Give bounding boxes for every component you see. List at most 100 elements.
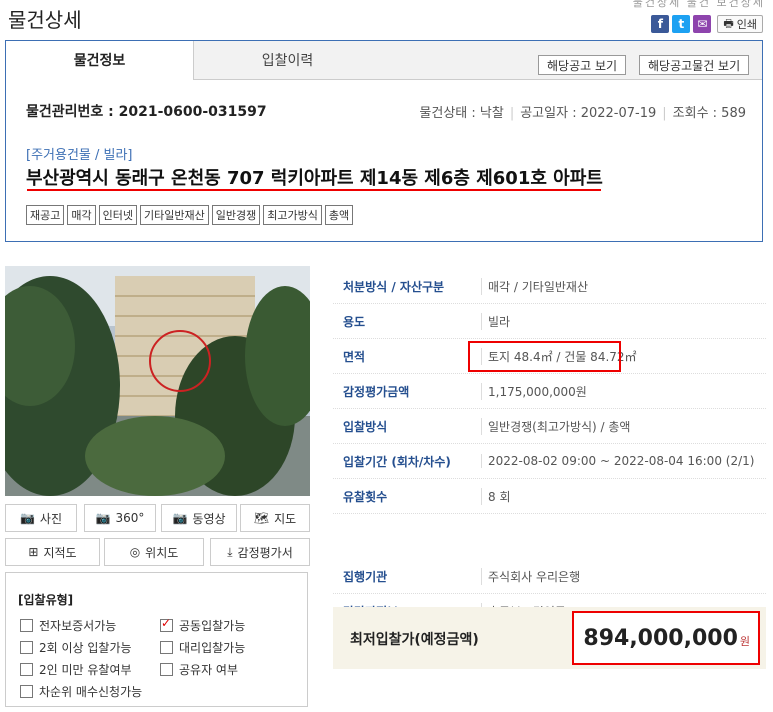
view-360-label: 360° — [115, 511, 145, 525]
detail-label: 처분방식 / 자산구분 — [343, 279, 445, 294]
min-bid-price-value: 894,000,000 — [583, 625, 738, 651]
checkbox-checked[interactable] — [160, 616, 173, 632]
bid-option[interactable]: 대리입찰가능 — [160, 639, 245, 656]
property-photo-image — [5, 266, 310, 496]
map-label: 지도 — [274, 511, 297, 526]
tag: 총액 — [324, 205, 354, 225]
detail-label: 집행기관 — [343, 569, 388, 584]
detail-value: 8 회 — [481, 487, 511, 505]
item-status: 물건상태 : 낙찰 — [419, 106, 504, 121]
property-photo[interactable] — [5, 266, 310, 496]
view-360-button[interactable]: 📷 360° — [84, 504, 156, 532]
detail-value: 매각 / 기타일반재산 — [481, 277, 588, 295]
cadastral-label: 지적도 — [43, 545, 77, 560]
grid-icon: ⊞ — [28, 545, 39, 559]
area-highlight-annotation — [468, 341, 621, 372]
tab-bid-history[interactable]: 입찰이력 — [193, 41, 381, 80]
detail-label: 입찰기간 (회차/차수) — [343, 454, 451, 469]
bid-type-box: [입찰유형] 전자보증서가능 공동입찰가능 2회 이상 입찰가능 대리입찰가능 … — [5, 572, 308, 707]
location-label: 위치도 — [145, 545, 179, 560]
bid-option[interactable]: 차순위 매수신청가능 — [20, 683, 142, 700]
bid-option-label: 공유자 여부 — [179, 663, 239, 677]
checkbox[interactable] — [20, 619, 33, 632]
map-button[interactable]: 🗺 지도 — [240, 504, 310, 532]
detail-table: 처분방식 / 자산구분 매각 / 기타일반재산 용도 빌라 면적 토지 48.4… — [333, 269, 766, 629]
bid-option-label: 차순위 매수신청가능 — [39, 685, 143, 699]
detail-row: 집행기관 주식회사 우리은행 — [333, 559, 766, 594]
min-bid-price-label: 최저입찰가(예정금액) — [350, 632, 479, 648]
bid-option-label: 공동입찰가능 — [179, 619, 246, 633]
detail-label: 감정평가금액 — [343, 384, 410, 399]
view-count: 조회수 : 589 — [672, 106, 746, 121]
price-highlight-annotation: 894,000,000 원 — [572, 611, 760, 665]
location-pin-icon: ◎ — [129, 545, 141, 559]
checkbox[interactable] — [20, 641, 33, 654]
min-bid-price-bar: 최저입찰가(예정금액) 894,000,000 원 — [333, 607, 766, 669]
checkbox[interactable] — [20, 685, 33, 698]
tag: 매각 — [67, 205, 96, 225]
cadastral-map-button[interactable]: ⊞ 지적도 — [5, 538, 100, 566]
breadcrumb: 물건상세 물건 보건상세 — [632, 0, 765, 9]
mail-icon[interactable]: ✉ — [693, 15, 712, 33]
twitter-icon[interactable]: t — [672, 15, 691, 33]
item-category: [주거용건물 / 빌라] — [26, 148, 133, 163]
item-status-line: 물건상태 : 낙찰 | 공고일자 : 2022-07-19 | 조회수 : 589 — [419, 106, 746, 121]
detail-label: 입찰방식 — [343, 419, 388, 434]
detail-row: 감정평가금액 1,175,000,000원 — [333, 374, 766, 409]
facebook-icon[interactable]: f — [651, 15, 670, 33]
detail-row: 유찰횟수 8 회 — [333, 479, 766, 514]
appraisal-report-button[interactable]: ⤓ 감정평가서 — [210, 538, 310, 566]
detail-row-spacer — [333, 514, 766, 559]
bid-type-title: [입찰유형] — [18, 593, 74, 607]
bid-option[interactable]: 공동입찰가능 — [160, 616, 246, 634]
photo-label: 사진 — [39, 511, 63, 526]
item-summary-panel: 물건정보 입찰이력 해당공고 보기 해당공고물건 보기 물건관리번호 : 202… — [5, 40, 763, 242]
tag: 인터넷 — [98, 205, 137, 225]
print-button[interactable]: 🖶 인쇄 — [717, 15, 763, 33]
checkbox[interactable] — [20, 663, 33, 676]
bid-option[interactable]: 2회 이상 입찰가능 — [20, 639, 132, 656]
bid-option-label: 대리입찰가능 — [179, 641, 246, 655]
bid-option-label: 2회 이상 입찰가능 — [39, 641, 132, 655]
detail-row: 입찰방식 일반경쟁(최고가방식) / 총액 — [333, 409, 766, 444]
detail-row: 입찰기간 (회차/차수) 2022-08-02 09:00 ~ 2022-08-… — [333, 444, 766, 479]
detail-label: 유찰횟수 — [343, 489, 388, 504]
checkbox[interactable] — [160, 663, 173, 676]
bid-option-label: 전자보증서가능 — [39, 619, 117, 633]
appraisal-label: 감정평가서 — [237, 545, 293, 560]
camera-icon: 📷 — [172, 511, 188, 525]
share-bar: f t ✉ 🖶 인쇄 — [651, 15, 763, 33]
camera-icon: 📷 — [19, 511, 35, 525]
bid-option[interactable]: 전자보증서가능 — [20, 617, 116, 634]
detail-value: 2022-08-02 09:00 ~ 2022-08-04 16:00 (2/1… — [481, 454, 754, 468]
map-icon: 🗺 — [253, 511, 270, 525]
item-address: 부산광역시 동래구 온천동 707 럭키아파트 제14동 제6층 제601호 아… — [26, 168, 603, 189]
video-button[interactable]: 📷 동영상 — [161, 504, 237, 532]
location-map-button[interactable]: ◎ 위치도 — [104, 538, 204, 566]
detail-value: 일반경쟁(최고가방식) / 총액 — [481, 417, 630, 435]
printer-icon: 🖶 — [723, 16, 734, 30]
view-notice-button[interactable]: 해당공고 보기 — [538, 55, 627, 75]
bid-option[interactable]: 공유자 여부 — [160, 661, 238, 678]
detail-value: 1,175,000,000원 — [481, 382, 587, 400]
page-title: 물건상세 — [8, 8, 82, 32]
detail-row: 용도 빌라 — [333, 304, 766, 339]
detail-value: 주식회사 우리은행 — [481, 567, 580, 585]
detail-value: 빌라 — [481, 312, 510, 330]
tag: 최고가방식 — [263, 205, 322, 225]
photo-button[interactable]: 📷 사진 — [5, 504, 77, 532]
management-number: 물건관리번호 : 2021-0600-031597 — [26, 104, 267, 120]
checkbox[interactable] — [160, 641, 173, 654]
detail-label: 면적 — [343, 349, 366, 364]
detail-row: 처분방식 / 자산구분 매각 / 기타일반재산 — [333, 269, 766, 304]
tag: 일반경쟁 — [211, 205, 261, 225]
download-icon: ⤓ — [227, 544, 233, 559]
tag: 재공고 — [26, 205, 65, 225]
red-underline-annotation — [27, 189, 601, 191]
view-notice-items-button[interactable]: 해당공고물건 보기 — [639, 55, 750, 75]
video-label: 동영상 — [192, 511, 226, 526]
print-label: 인쇄 — [736, 18, 757, 31]
bid-option[interactable]: 2인 미만 유찰여부 — [20, 661, 132, 678]
tag: 기타일반재산 — [140, 205, 209, 225]
tab-item-info[interactable]: 물건정보 — [6, 41, 193, 81]
